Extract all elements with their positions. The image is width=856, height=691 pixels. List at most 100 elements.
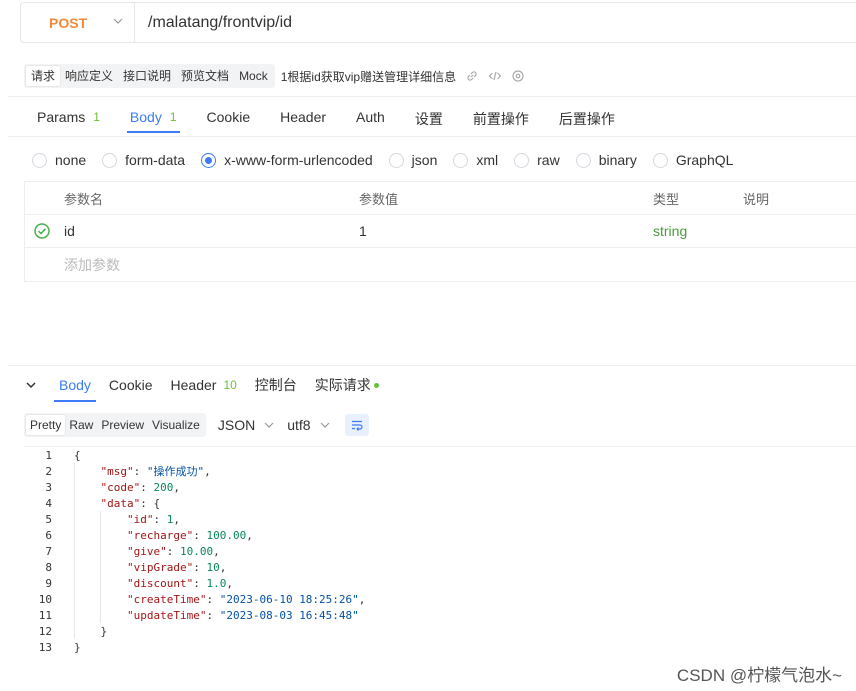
chevron-down-icon xyxy=(264,422,274,428)
tab-badge: 1 xyxy=(169,110,177,124)
tab-label: 设置 xyxy=(414,111,443,127)
response-tab-console[interactable]: 控制台 xyxy=(247,368,305,402)
divider xyxy=(8,136,856,137)
tab-params[interactable]: Params 1 xyxy=(22,102,115,134)
radio-label: raw xyxy=(537,152,560,168)
url-input[interactable]: /malatang/frontvip/id xyxy=(135,14,292,32)
radio-label: binary xyxy=(598,152,637,168)
code-line: 2 "msg": "操作成功", xyxy=(24,463,210,479)
code-text: "give": 10.00, xyxy=(126,544,220,558)
add-param-input[interactable]: 添加参数 xyxy=(64,255,120,275)
encoding-label: utf8 xyxy=(287,417,311,433)
response-tabs: Body Cookie Header 10 控制台 实际请求 xyxy=(24,368,389,402)
tab-pre-operations[interactable]: 前置操作 xyxy=(458,102,544,134)
tab-label: Auth xyxy=(356,109,385,125)
code-text: { xyxy=(74,448,81,462)
wrap-icon xyxy=(351,420,363,431)
code-line: 9 "discount": 1.0, xyxy=(24,575,233,591)
response-body-editor[interactable]: 1{2 "msg": "操作成功", 3 "code": 200, 4 "data"… xyxy=(24,446,856,691)
radio-label: none xyxy=(55,152,87,168)
radio-circle xyxy=(102,152,118,168)
tab-post-operations[interactable]: 后置操作 xyxy=(544,102,630,134)
format-bar: Pretty Raw Preview Visualize JSON utf8 xyxy=(24,413,369,437)
radio-circle xyxy=(652,152,668,168)
radio-graphql[interactable]: GraphQL xyxy=(652,152,734,168)
radio-form-data[interactable]: form-data xyxy=(102,152,185,168)
add-param-row: 添加参数 xyxy=(25,248,856,281)
param-type[interactable]: string xyxy=(653,223,687,239)
tab-auth[interactable]: Auth xyxy=(341,102,400,134)
link-icon[interactable] xyxy=(465,69,479,83)
body-type-radio-group: none form-data x-www-form-urlencoded jso… xyxy=(32,151,749,169)
param-value[interactable]: 1 xyxy=(359,223,367,239)
code-text: "createTime": "2023-06-10 18:25:26", xyxy=(126,592,366,606)
tab-api-description[interactable]: 接口说明 xyxy=(118,66,176,86)
request-url-bar: POST /malatang/frontvip/id xyxy=(20,2,856,43)
chevron-down-icon xyxy=(320,422,329,428)
chevron-down-icon[interactable] xyxy=(24,378,42,392)
tab-badge: 10 xyxy=(223,378,237,392)
tab-preview-doc[interactable]: 预览文档 xyxy=(176,66,234,86)
divider xyxy=(8,96,856,97)
response-tab-body[interactable]: Body xyxy=(51,368,99,402)
param-table: 参数名 参数值 类型 说明 id 1 string 添加参数 xyxy=(24,181,856,282)
radio-none[interactable]: none xyxy=(32,152,86,168)
code-icon[interactable] xyxy=(488,69,502,83)
response-tab-header[interactable]: Header 10 xyxy=(163,368,245,402)
watermark: CSDN @柠檬气泡水~ xyxy=(676,666,842,685)
radio-json[interactable]: json xyxy=(388,152,438,168)
format-type-label: JSON xyxy=(217,417,256,433)
status-dot xyxy=(373,382,379,388)
table-row: id 1 string xyxy=(25,215,856,248)
format-visualize[interactable]: Visualize xyxy=(148,415,204,435)
line-number: 3 xyxy=(45,480,52,494)
code-text: "discount": 1.0, xyxy=(126,576,233,590)
response-tab-actual-request[interactable]: 实际请求 xyxy=(307,368,387,402)
tab-response-definition[interactable]: 响应定义 xyxy=(60,66,118,86)
line-number: 6 xyxy=(45,528,52,542)
radio-label: json xyxy=(411,152,438,168)
line-number: 12 xyxy=(38,624,52,638)
tab-label: 后置操作 xyxy=(558,111,615,127)
radio-x-www-form-urlencoded[interactable]: x-www-form-urlencoded xyxy=(201,152,373,168)
format-preview[interactable]: Preview xyxy=(97,415,148,435)
indent-guide xyxy=(100,511,101,623)
param-name[interactable]: id xyxy=(64,223,75,239)
word-wrap-button[interactable] xyxy=(344,414,369,436)
tab-body[interactable]: Body 1 xyxy=(115,102,192,134)
tab-settings[interactable]: 设置 xyxy=(400,102,458,134)
settings-icon[interactable] xyxy=(511,69,525,83)
doc-toolbar: 请求 响应定义 接口说明 预览文档 Mock 1根据id获取vip赠送管理详细信… xyxy=(24,64,525,88)
response-tab-cookie[interactable]: Cookie xyxy=(101,368,161,402)
tab-header[interactable]: Header xyxy=(265,102,341,134)
radio-circle xyxy=(575,152,591,168)
code-line: 1{ xyxy=(24,447,80,463)
tab-label: 实际请求 xyxy=(314,377,371,393)
encoding-select[interactable]: utf8 xyxy=(287,417,330,433)
code-line: 11 "updateTime": "2023-08-03 16:45:48" xyxy=(24,607,359,623)
check-circle-icon[interactable] xyxy=(34,223,50,242)
tab-label: Header xyxy=(280,109,327,125)
tab-request[interactable]: 请求 xyxy=(26,66,61,86)
radio-xml[interactable]: xml xyxy=(453,152,498,168)
radio-binary[interactable]: binary xyxy=(575,152,637,168)
line-number: 13 xyxy=(38,640,52,654)
col-header-type: 类型 xyxy=(653,191,680,207)
radio-label: GraphQL xyxy=(675,152,734,168)
code-text: } xyxy=(74,624,108,638)
tab-label: 前置操作 xyxy=(472,111,529,127)
col-header-value: 参数值 xyxy=(359,191,399,207)
format-raw[interactable]: Raw xyxy=(65,415,97,435)
line-number: 11 xyxy=(38,608,52,622)
tab-mock[interactable]: Mock xyxy=(234,66,273,86)
method-select[interactable]: POST xyxy=(21,3,135,42)
tab-cookie[interactable]: Cookie xyxy=(192,102,266,134)
format-pretty[interactable]: Pretty xyxy=(26,415,66,435)
tab-label: Body xyxy=(59,377,91,393)
format-type-select[interactable]: JSON xyxy=(218,417,275,433)
code-text: } xyxy=(74,640,81,654)
line-number: 7 xyxy=(45,544,52,558)
radio-raw[interactable]: raw xyxy=(514,152,560,168)
radio-circle xyxy=(32,152,47,168)
doc-mode-group: 请求 响应定义 接口说明 预览文档 Mock xyxy=(24,64,275,88)
